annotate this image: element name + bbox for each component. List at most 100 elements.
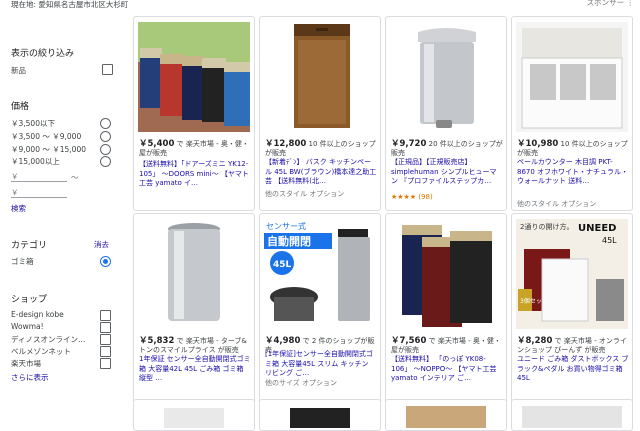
product-image[interactable] — [138, 219, 250, 329]
price-value: ￥10,980 — [517, 139, 559, 149]
product-image[interactable] — [390, 219, 502, 329]
price-value: ￥8,280 — [517, 336, 553, 346]
price-max-input[interactable]: ￥ — [11, 187, 67, 198]
product-rating[interactable]: ★★★★ (98) — [391, 193, 503, 202]
product-image[interactable]: センサー式 自動開閉 45L — [264, 219, 376, 329]
price-value: ￥4,980 — [265, 336, 301, 346]
product-image[interactable] — [406, 406, 486, 428]
product-card[interactable] — [385, 399, 507, 431]
product-image[interactable] — [290, 408, 350, 428]
image-sensor-text: センサー式 — [266, 221, 306, 231]
product-card[interactable]: ￥9,720 20 件以上のショップが販売 【正規品】【正規販売店】 simpl… — [385, 16, 507, 211]
image-brand-text: UNEED — [578, 223, 616, 234]
price-option-label: ￥15,000以上 — [11, 157, 60, 166]
product-image[interactable] — [138, 22, 250, 132]
shop-option[interactable]: E-design kobe — [11, 310, 111, 321]
product-price: ￥9,720 20 件以上のショップが販売 — [391, 140, 503, 158]
image-brand-45l: 45L — [602, 236, 617, 245]
product-title[interactable]: 【送料無料】 「のっぽ YK08-106」 ～NOPPO～ 【ヤマト工芸 yam… — [391, 355, 503, 384]
current-location: 現在地: 愛知県名古屋市北区大杉町 — [11, 0, 129, 9]
price-value: ￥12,800 — [265, 139, 307, 149]
price-option[interactable]: ￥15,000以上 — [11, 156, 111, 167]
product-title[interactable]: 【正規品】【正規販売店】 simplehuman シンプルヒューマン 『プロファ… — [391, 158, 503, 187]
price-option-label: ￥3,500 ～ ￥9,000 — [11, 132, 82, 141]
product-card[interactable] — [511, 399, 633, 431]
product-card[interactable]: ￥5,400 で 楽天市場 - 奥・健・屋が販売 【送料無料】「ドアーズミニ Y… — [133, 16, 255, 211]
product-title[interactable]: 【送料無料】「ドアーズミニ YK12-105」 ～DOORS mini～ 【ヤマ… — [139, 160, 251, 189]
product-title[interactable]: ペールカウンター 木目調 PKT-8670 オフホワイト・ナチュラル・ウォールナ… — [517, 158, 629, 187]
shop-option[interactable]: ベルメゾンネット — [11, 346, 111, 357]
shop-checkbox[interactable] — [100, 346, 111, 357]
shop-checkbox[interactable] — [100, 322, 111, 333]
price-option[interactable]: ￥3,500以下 — [11, 118, 111, 129]
shop-option-label: 楽天市場 — [11, 359, 41, 368]
product-card[interactable]: ￥12,800 10 件以上のショップが販売 【新着ﾃﾞﾝ】 バスク キッチンペ… — [259, 16, 381, 211]
price-option[interactable]: ￥9,000 ～ ￥15,000 — [11, 144, 111, 155]
shop-heading: ショップ — [11, 295, 48, 305]
price-search-link[interactable]: 検索 — [11, 203, 111, 214]
shop-option[interactable]: 楽天市場 — [11, 358, 111, 369]
product-price: ￥8,280 で 楽天市場 - オンラインショップ びーんず が販売 — [517, 337, 629, 355]
shop-checkbox[interactable] — [100, 334, 111, 345]
size-options[interactable]: 他のサイズ オプション — [265, 379, 377, 388]
product-card[interactable]: ￥5,832 で 楽天市場 - ターブ&トンのスマイルプライス が販売 1年保証… — [133, 213, 255, 408]
product-price: ￥5,832 で 楽天市場 - ターブ&トンのスマイルプライス が販売 — [139, 337, 251, 355]
shop-option-label: ディノスオンライン… — [11, 335, 86, 344]
price-value: ￥7,560 — [391, 336, 427, 346]
price-option-label: ￥3,500以下 — [11, 119, 55, 128]
product-card[interactable]: センサー式 自動開閉 45L ￥4,980 で 2 件のショップが販売 [1年保… — [259, 213, 381, 408]
price-option[interactable]: ￥3,500 ～ ￥9,000 — [11, 131, 111, 142]
product-title[interactable]: 1年保証 センサー全自動開閉式ゴミ箱 大容量42L 45L ごみ箱 ゴミ箱 縦型… — [139, 355, 251, 384]
filter-heading: 表示の絞り込み — [11, 49, 75, 59]
product-price: ￥7,560 で 楽天市場 - 奥・健・屋が販売 — [391, 337, 503, 355]
shop-checkbox[interactable] — [100, 310, 111, 321]
price-option-label: ￥9,000 ～ ￥15,000 — [11, 145, 86, 154]
shop-option[interactable]: Wowma! — [11, 322, 111, 333]
product-image[interactable] — [516, 22, 628, 132]
product-card[interactable]: ￥10,980 10 件以上のショップが販売 ペールカウンター 木目調 PKT-… — [511, 16, 633, 211]
price-heading: 価格 — [11, 102, 30, 112]
shop-more-link[interactable]: さらに表示 — [11, 372, 111, 383]
product-title[interactable]: 【新着ﾃﾞﾝ】 バスク キッチンペール 45L BW(ブラウン)橋本達之助工芸 … — [265, 158, 377, 187]
product-card[interactable] — [133, 399, 255, 431]
shop-option-label: Wowma! — [11, 322, 44, 331]
new-checkbox[interactable] — [102, 64, 113, 75]
price-radio[interactable] — [100, 156, 111, 167]
shop-checkbox[interactable] — [100, 358, 111, 369]
shop-option[interactable]: ディノスオンライン… — [11, 334, 111, 345]
style-options[interactable]: 他のスタイル オプション — [265, 190, 377, 199]
product-title[interactable]: ユニード ごみ箱 ダストボックス ブラック&ペダル お買い物得ゴミ箱 45L — [517, 355, 629, 384]
product-price: ￥10,980 10 件以上のショップが販売 — [517, 140, 629, 158]
category-radio[interactable] — [100, 256, 111, 267]
product-card[interactable]: 2通りの開け方。 UNEED 45L 3個セット ￥8,280 で 楽天市場 -… — [511, 213, 633, 408]
category-option[interactable]: ゴミ箱 — [11, 256, 111, 267]
shop-option-label: E-design kobe — [11, 310, 64, 319]
product-image[interactable]: 2通りの開け方。 UNEED 45L 3個セット — [516, 219, 628, 329]
product-image[interactable] — [522, 406, 622, 428]
category-clear-link[interactable]: 消去 — [94, 239, 114, 250]
shop-option-label: ベルメゾンネット — [11, 347, 71, 356]
price-value: ￥5,400 — [139, 139, 175, 149]
price-value: ￥9,720 — [391, 139, 427, 149]
product-title[interactable]: [1年保証]センサー全自動開閉式ゴミ箱 大容量45L スリム キッチン リビング… — [265, 350, 377, 379]
image-set-badge: 3個セット — [520, 297, 548, 305]
product-price: ￥5,400 で 楽天市場 - 奥・健・屋が販売 — [139, 140, 251, 158]
product-price: ￥12,800 10 件以上のショップが販売 — [265, 140, 377, 158]
category-heading: カテゴリ — [11, 241, 48, 251]
price-radio[interactable] — [100, 131, 111, 142]
image-twoway-text: 2通りの開け方。 — [520, 222, 573, 231]
product-card[interactable]: ￥7,560 で 楽天市場 - 奥・健・屋が販売 【送料無料】 「のっぽ YK0… — [385, 213, 507, 408]
sponsored-label[interactable]: スポンサー ⋮ — [587, 0, 634, 8]
price-radio[interactable] — [100, 144, 111, 155]
style-options[interactable]: 他のスタイル オプション — [517, 200, 629, 209]
product-card[interactable] — [259, 399, 381, 431]
price-min-input[interactable]: ￥ — [11, 171, 67, 182]
category-option-label: ゴミ箱 — [11, 257, 34, 266]
filter-new[interactable]: 新品 — [11, 64, 113, 76]
price-range-separator: ～ — [71, 173, 79, 182]
product-image[interactable] — [164, 408, 224, 428]
price-radio[interactable] — [100, 118, 111, 129]
image-auto-text: 自動開閉 — [267, 234, 311, 248]
product-image[interactable] — [264, 22, 376, 132]
product-image[interactable] — [390, 22, 502, 132]
